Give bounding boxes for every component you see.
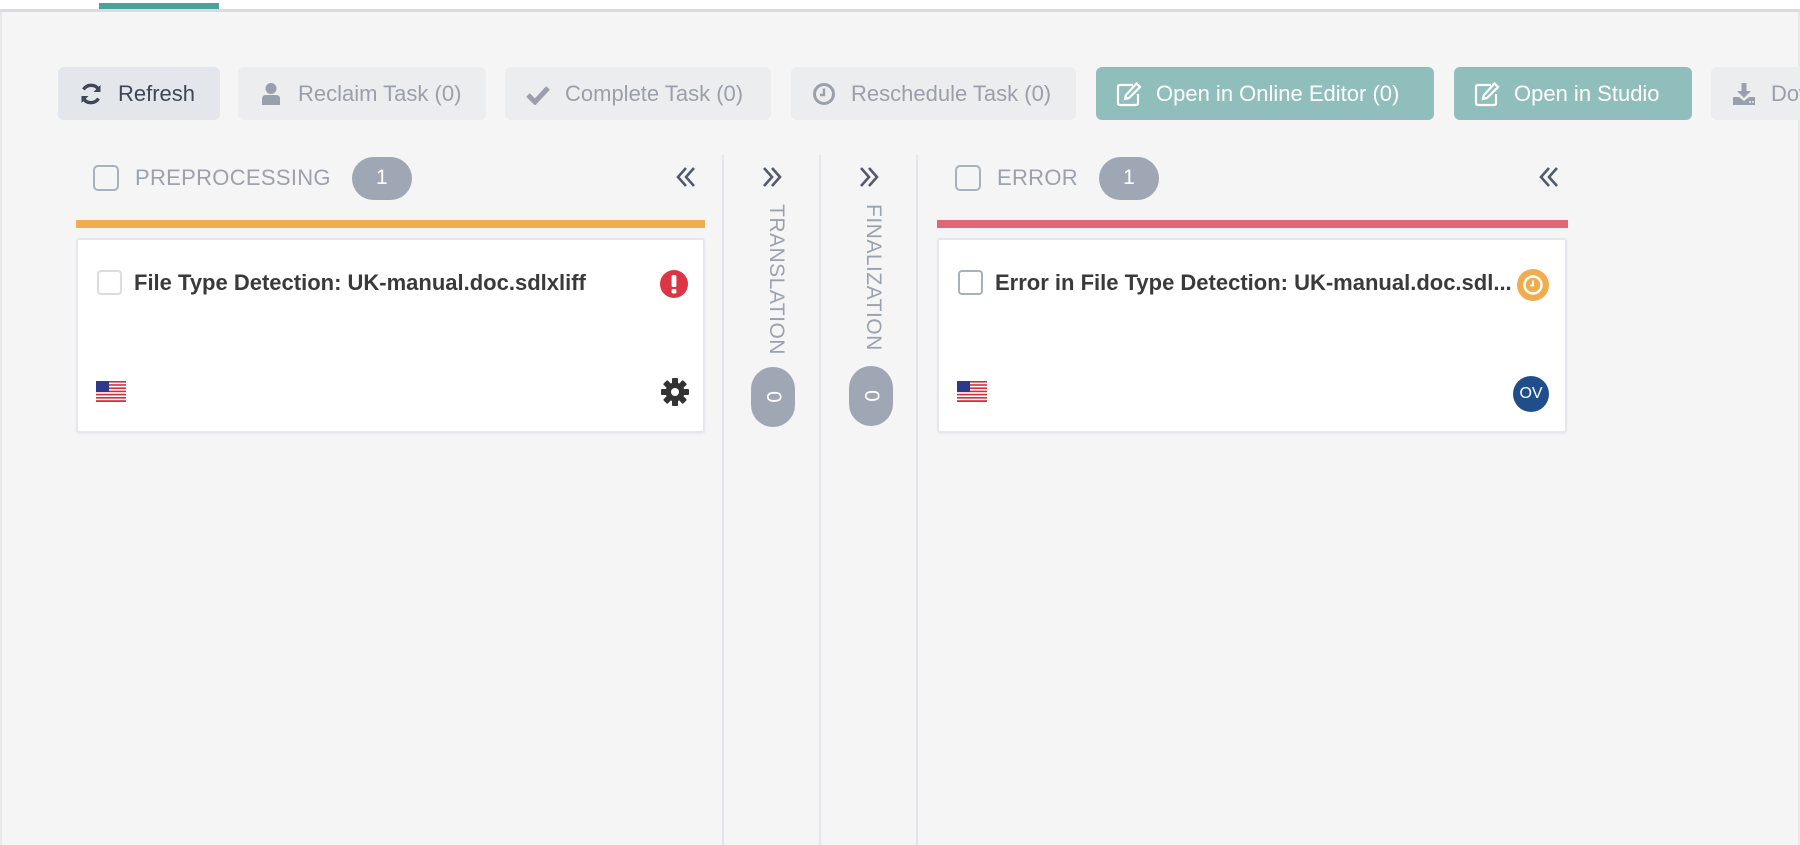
clock-circle-icon [1516, 268, 1550, 302]
exclamation-circle-icon [659, 269, 689, 299]
reclaim-task-label: Reclaim Task (0) [298, 80, 462, 106]
status-color-bar [937, 220, 1568, 228]
column-divider [916, 155, 918, 845]
task-checkbox[interactable] [958, 270, 983, 295]
task-title[interactable]: File Type Detection: UK-manual.doc.sdlxl… [134, 270, 586, 296]
collapse-column-button[interactable] [672, 164, 700, 194]
open-online-editor-button[interactable]: Open in Online Editor (0) [1096, 67, 1434, 120]
column-title: ERROR [997, 165, 1078, 190]
chevrons-right-icon [857, 165, 881, 194]
us-flag-icon [96, 381, 126, 402]
column-count-badge: 0 [751, 367, 795, 427]
column-header: ERROR 1 [955, 156, 1159, 200]
reclaim-task-button[interactable]: Reclaim Task (0) [238, 67, 486, 120]
task-card[interactable]: File Type Detection: UK-manual.doc.sdlxl… [76, 238, 705, 433]
column-count-badge: 0 [849, 366, 893, 426]
column-count: 0 [762, 391, 785, 403]
reschedule-task-button[interactable]: Reschedule Task (0) [791, 67, 1076, 120]
column-title: FINALIZATION [862, 204, 885, 351]
clock-icon [811, 81, 837, 107]
column-count-badge: 1 [351, 156, 412, 200]
select-all-checkbox[interactable] [955, 165, 981, 191]
task-title[interactable]: Error in File Type Detection: UK-manual.… [995, 270, 1512, 296]
status-color-bar [76, 220, 705, 228]
assignee-avatar[interactable]: OV [1513, 376, 1549, 412]
expand-column-button[interactable] [757, 164, 787, 194]
refresh-label: Refresh [118, 80, 196, 106]
task-board: Refresh Reclaim Task (0) Complete Task (… [0, 12, 1800, 845]
download-button[interactable]: Download [1711, 67, 1800, 120]
us-flag-icon [957, 381, 987, 402]
chevrons-left-icon [674, 165, 698, 194]
complete-task-button[interactable]: Complete Task (0) [505, 67, 771, 120]
refresh-button[interactable]: Refresh [58, 67, 220, 120]
column-count-badge: 1 [1098, 156, 1159, 200]
collapse-column-button[interactable] [1535, 164, 1563, 194]
open-in-studio-button[interactable]: Open in Studio [1454, 67, 1692, 120]
column-title: TRANSLATION [765, 204, 788, 355]
refresh-icon [78, 81, 104, 107]
user-icon [258, 81, 284, 107]
expand-column-button[interactable] [854, 164, 884, 194]
column-title: PREPROCESSING [135, 165, 331, 190]
chevrons-right-icon [760, 165, 784, 194]
complete-task-label: Complete Task (0) [565, 80, 744, 106]
download-label: Download [1771, 80, 1800, 106]
gear-icon[interactable] [660, 377, 690, 407]
assignee-initials: OV [1519, 385, 1543, 402]
reschedule-task-label: Reschedule Task (0) [851, 80, 1052, 106]
column-divider [722, 155, 724, 845]
select-all-checkbox[interactable] [93, 165, 119, 191]
column-divider [819, 155, 821, 845]
edit-icon [1474, 81, 1500, 107]
download-icon [1731, 81, 1757, 107]
open-online-editor-label: Open in Online Editor (0) [1156, 80, 1400, 106]
column-header: PREPROCESSING 1 [93, 156, 412, 200]
column-count: 0 [860, 390, 883, 402]
open-in-studio-label: Open in Studio [1514, 80, 1660, 106]
chevrons-left-icon [1537, 165, 1561, 194]
task-card[interactable]: Error in File Type Detection: UK-manual.… [937, 238, 1567, 433]
check-icon [525, 81, 551, 107]
edit-icon [1116, 81, 1142, 107]
task-checkbox[interactable] [97, 270, 122, 295]
